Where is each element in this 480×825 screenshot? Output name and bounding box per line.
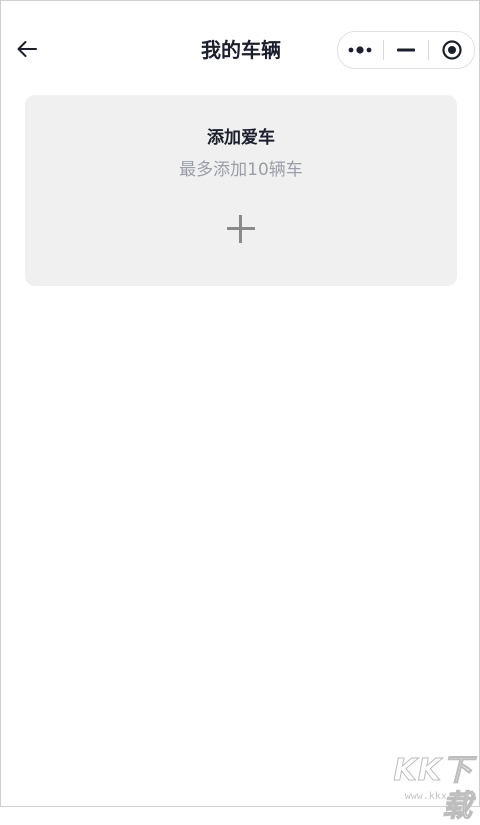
minimize-button[interactable]	[384, 32, 429, 68]
mini-program-capsule	[337, 31, 475, 69]
minimize-icon	[397, 48, 415, 52]
plus-icon[interactable]	[227, 215, 255, 243]
more-button[interactable]	[338, 32, 383, 68]
target-close-icon	[442, 40, 462, 60]
more-dots-icon	[348, 46, 372, 54]
add-car-limit-text: 最多添加10辆车	[179, 160, 303, 180]
navigation-bar: 我的车辆	[1, 1, 480, 97]
screen-frame: 我的车辆 添加爱车 最多添加10辆车 KK下载 www.kkx.net	[0, 0, 480, 825]
watermark: KK下载 www.kkx.net	[363, 753, 473, 825]
watermark-logo: KK下载	[393, 753, 473, 825]
watermark-url: www.kkx.net	[404, 791, 471, 802]
add-car-title: 添加爱车	[207, 128, 275, 148]
plus-icon-vertical-bar	[239, 215, 242, 243]
close-button[interactable]	[429, 32, 474, 68]
add-car-card[interactable]: 添加爱车 最多添加10辆车	[25, 95, 457, 286]
